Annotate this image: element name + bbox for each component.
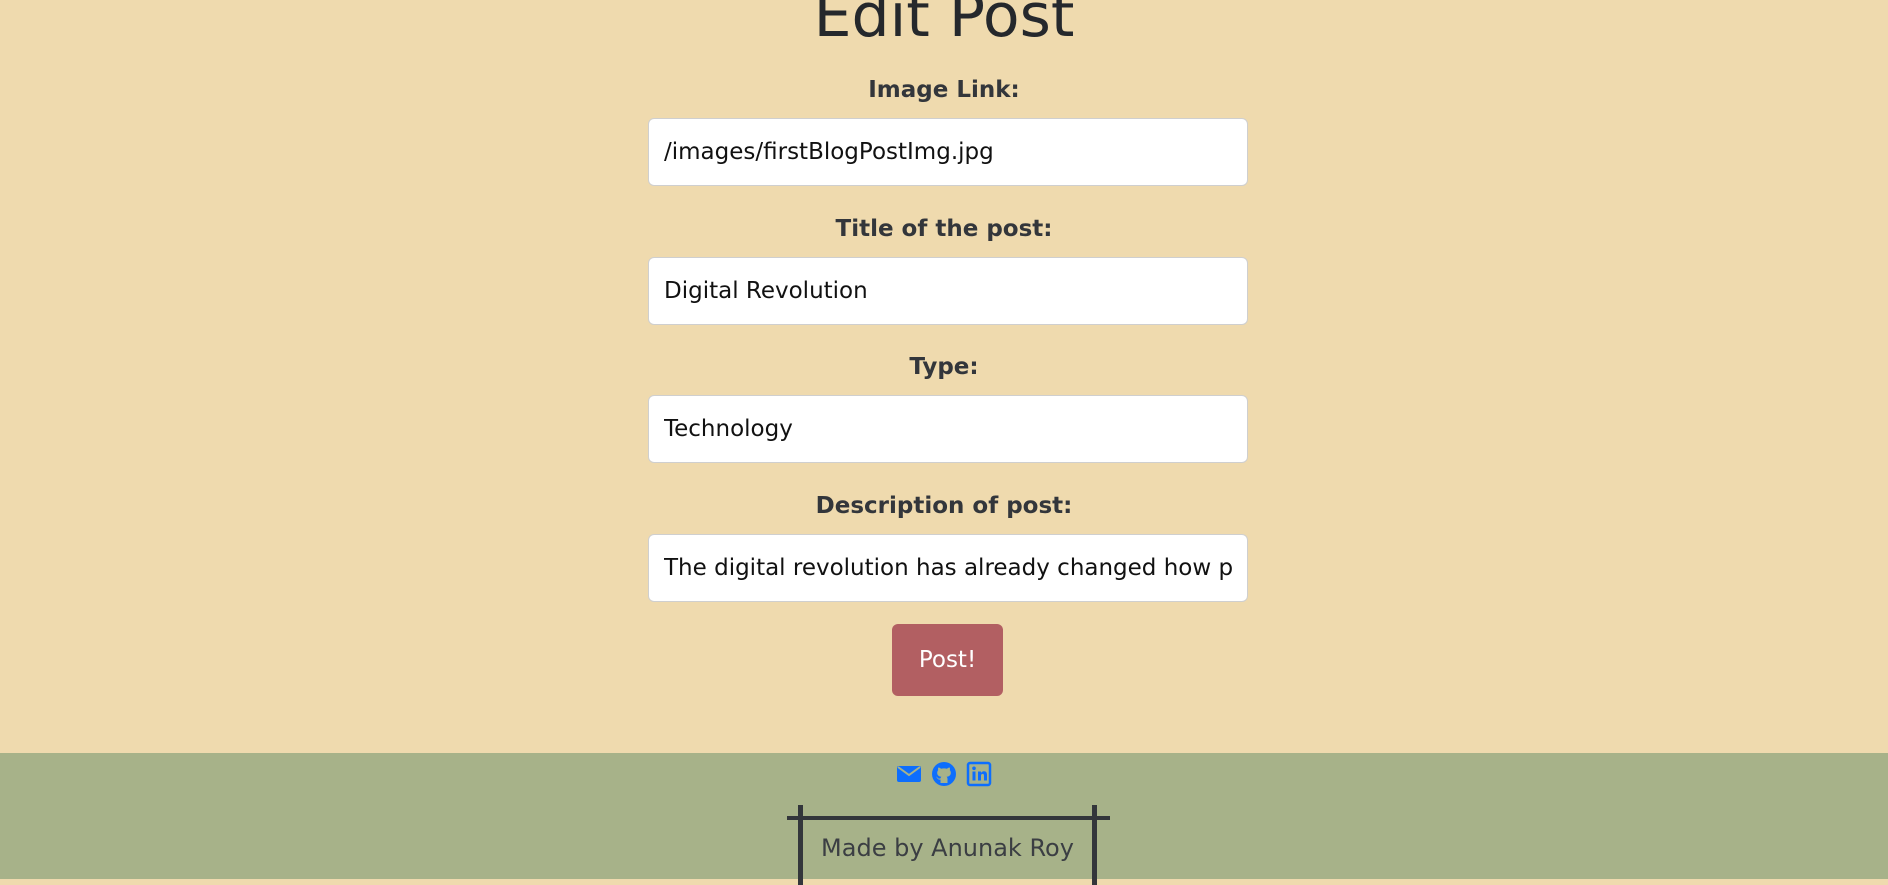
image-link-input[interactable] [648, 118, 1248, 186]
description-input[interactable] [648, 534, 1248, 602]
post-title-label: Title of the post: [835, 216, 1053, 242]
github-icon[interactable] [931, 761, 957, 787]
main-content: Edit Post Image Link: Title of the post:… [0, 0, 1888, 753]
linkedin-icon[interactable] [966, 761, 992, 787]
image-link-label: Image Link: [868, 77, 1020, 103]
type-label: Type: [909, 354, 979, 380]
description-label: Description of post: [815, 493, 1073, 519]
credit-sign: Made by Anunak Roy [787, 805, 1110, 885]
email-icon[interactable] [896, 761, 922, 787]
social-links [0, 761, 1888, 789]
sign-right-post [1092, 805, 1097, 885]
post-title-input[interactable] [648, 257, 1248, 325]
type-input[interactable] [648, 395, 1248, 463]
sign-top-bar [787, 816, 1110, 820]
post-button[interactable]: Post! [892, 624, 1003, 696]
footer: Made by Anunak Roy [0, 753, 1888, 885]
footer-credit: Made by Anunak Roy [821, 834, 1074, 862]
page-title: Edit Post [813, 0, 1075, 51]
